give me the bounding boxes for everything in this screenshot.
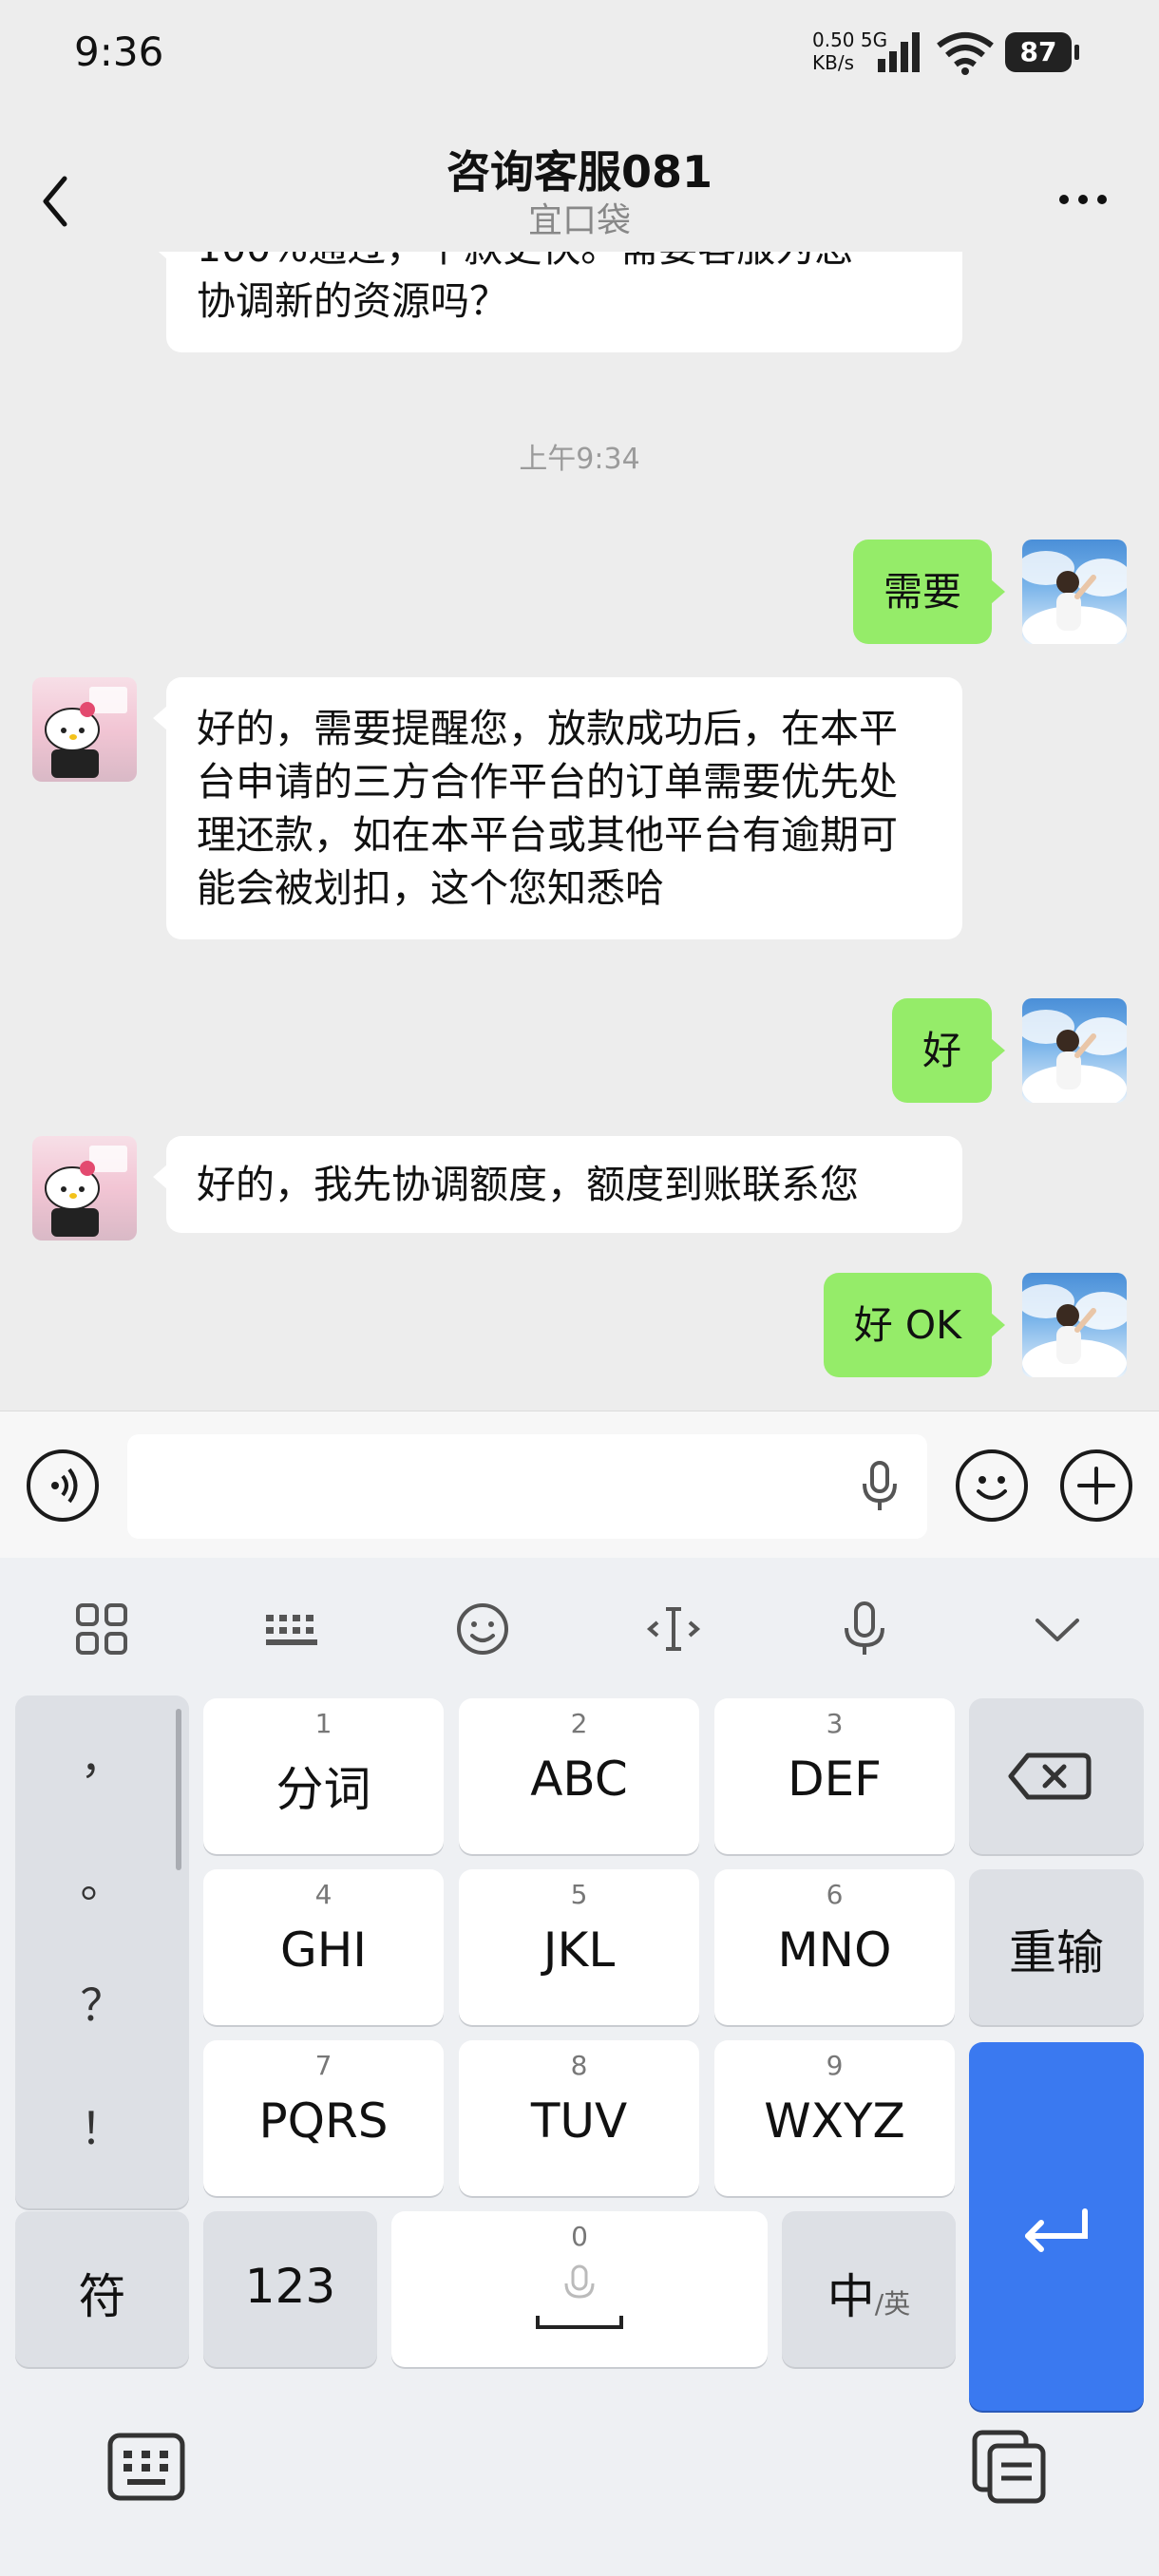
chat-subtitle: 宜口袋 <box>527 201 631 240</box>
battery-indicator: 87 <box>1005 32 1079 72</box>
chat-header: 咨询客服081 宜口袋 <box>0 109 1159 252</box>
status-bar: 9:36 0.50 5G KB/s 87 <box>0 0 1159 109</box>
cat-avatar-icon <box>45 687 127 778</box>
space-key[interactable]: 0 <box>391 2211 768 2367</box>
message-sent[interactable]: 需要 <box>853 540 1005 644</box>
key-1[interactable]: 1 分词 <box>203 1698 444 1854</box>
person-avatar-icon <box>1022 551 1127 644</box>
message-sent[interactable]: 好 OK <box>823 1273 1006 1377</box>
language-switch-key[interactable]: 中/英 <box>782 2211 956 2367</box>
backspace-key[interactable] <box>969 1698 1144 1854</box>
emoji-keyboard-icon[interactable] <box>449 1596 516 1662</box>
space-mic-icon <box>564 2264 595 2299</box>
microphone-icon[interactable] <box>859 1459 901 1516</box>
my-avatar[interactable] <box>1022 998 1127 1103</box>
enter-key[interactable] <box>969 2042 1144 2411</box>
keyboard-layout-icon[interactable] <box>258 1596 325 1662</box>
grid-menu-icon[interactable] <box>68 1596 135 1662</box>
emoji-button[interactable] <box>956 1449 1028 1522</box>
clock: 9:36 <box>74 28 164 75</box>
collapse-keyboard-icon[interactable] <box>1024 1596 1091 1662</box>
more-options-icon[interactable] <box>1054 176 1112 223</box>
signal-icon <box>878 32 920 72</box>
key-5[interactable]: 5 JKL <box>459 1869 699 2025</box>
message-input-bar <box>0 1411 1159 1558</box>
message-received[interactable]: 好的，需要提醒您，放款成功后，在本平台申请的三方合作平台的订单需要优先处理还款，… <box>153 677 962 939</box>
agent-avatar[interactable] <box>32 1136 137 1241</box>
smiley-icon <box>977 1476 1007 1500</box>
more-actions-button[interactable] <box>1060 1449 1132 1522</box>
key-8[interactable]: 8 TUV <box>459 2040 699 2196</box>
message-text: 好的，我先协调额度，额度到账联系您 <box>197 1162 859 1207</box>
key-3[interactable]: 3 DEF <box>714 1698 955 1854</box>
punct-exclamation[interactable]: ！ <box>15 2094 189 2157</box>
my-avatar[interactable] <box>1022 1273 1127 1377</box>
wifi-icon <box>937 32 994 75</box>
punct-question[interactable]: ？ <box>15 1971 189 2034</box>
message-list[interactable]: 100%通过，下款更快。需要客服为您 协调新的资源吗？ 上午9:34 需要 好的… <box>0 252 1159 1411</box>
cat-avatar-icon <box>45 1146 127 1237</box>
message-text: 好的，需要提醒您，放款成功后，在本平台申请的三方合作平台的订单需要优先处理还款，… <box>197 706 898 911</box>
net-speed-value: 0.50 <box>812 28 855 51</box>
message-text: 100%通过，下款更快。需要客服为您 <box>197 252 932 275</box>
chat-title: 咨询客服081 <box>446 146 713 198</box>
key-4[interactable]: 4 GHI <box>203 1869 444 2025</box>
message-received[interactable]: 好的，我先协调额度，额度到账联系您 <box>153 1136 962 1233</box>
language-main: 中 <box>826 2269 875 2324</box>
keyboard: ， 。 ？ ！ 1 分词 2 ABC 3 DEF 4 GHI 5 JKL 6 M… <box>0 1558 1159 2576</box>
my-avatar[interactable] <box>1022 540 1127 644</box>
voice-input-icon[interactable] <box>831 1596 898 1662</box>
message-sent[interactable]: 好 <box>892 998 1005 1103</box>
enter-arrow-icon <box>1025 2208 1088 2252</box>
person-avatar-icon <box>1022 1284 1127 1377</box>
voice-toggle-button[interactable] <box>27 1449 99 1522</box>
key-7[interactable]: 7 PQRS <box>203 2040 444 2196</box>
message-input[interactable] <box>127 1434 927 1539</box>
clipboard-icon[interactable] <box>969 2427 1049 2507</box>
voice-wave-icon <box>51 1468 78 1504</box>
key-6[interactable]: 6 MNO <box>714 1869 955 2025</box>
message-text: 协调新的资源吗？ <box>197 278 508 324</box>
reenter-key[interactable]: 重输 <box>969 1869 1144 2025</box>
cursor-icon[interactable] <box>640 1596 707 1662</box>
plus-icon <box>1077 1467 1115 1505</box>
key-9[interactable]: 9 WXYZ <box>714 2040 955 2196</box>
punctuation-list[interactable]: ， 。 ？ ！ <box>15 1695 189 2208</box>
agent-avatar[interactable] <box>32 677 137 782</box>
symbols-key[interactable]: 符 <box>15 2211 189 2367</box>
backspace-icon <box>1008 1752 1092 1800</box>
punct-period[interactable]: 。 <box>15 1847 189 1910</box>
keyboard-switch-icon[interactable] <box>106 2432 186 2502</box>
numbers-key[interactable]: 123 <box>203 2211 377 2367</box>
person-avatar-icon <box>1022 1010 1127 1103</box>
key-2[interactable]: 2 ABC <box>459 1698 699 1854</box>
language-sub: /英 <box>874 2288 911 2320</box>
message-received[interactable]: 100%通过，下款更快。需要客服为您 协调新的资源吗？ <box>153 252 962 352</box>
message-timestamp: 上午9:34 <box>519 443 640 476</box>
space-bar-icon <box>536 2316 623 2329</box>
punct-comma[interactable]: ， <box>15 1724 189 1787</box>
